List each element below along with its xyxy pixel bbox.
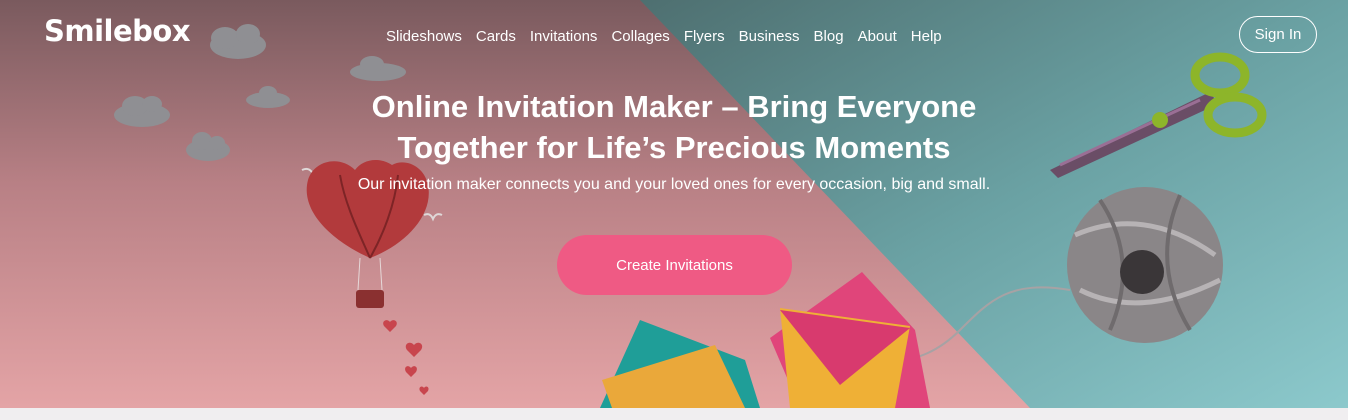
main-nav: Slideshows Cards Invitations Collages Fl… bbox=[386, 28, 956, 45]
nav-item-business[interactable]: Business bbox=[739, 28, 800, 45]
nav-item-about[interactable]: About bbox=[858, 28, 897, 45]
hero-subtitle: Our invitation maker connects you and yo… bbox=[357, 176, 991, 193]
headline-line-2: Together for Life’s Precious Moments bbox=[397, 130, 951, 165]
cloud-icon bbox=[210, 24, 266, 59]
sign-in-button[interactable]: Sign In bbox=[1239, 16, 1317, 53]
nav-item-invitations[interactable]: Invitations bbox=[530, 28, 598, 45]
headline-line-1: Online Invitation Maker – Bring Everyone bbox=[371, 89, 977, 124]
nav-item-collages[interactable]: Collages bbox=[611, 28, 669, 45]
nav-item-help[interactable]: Help bbox=[911, 28, 942, 45]
hero-banner: Smilebox Slideshows Cards Invitations Co… bbox=[0, 0, 1348, 408]
nav-item-blog[interactable]: Blog bbox=[814, 28, 844, 45]
nav-item-slideshows[interactable]: Slideshows bbox=[386, 28, 462, 45]
smilebox-logo[interactable]: Smilebox bbox=[44, 14, 191, 48]
hero-background bbox=[0, 0, 1348, 408]
create-invitations-button[interactable]: Create Invitations bbox=[557, 235, 792, 295]
page-divider bbox=[0, 408, 1348, 420]
nav-item-cards[interactable]: Cards bbox=[476, 28, 516, 45]
page-title: Online Invitation Maker – Bring Everyone… bbox=[300, 86, 1048, 168]
nav-item-flyers[interactable]: Flyers bbox=[684, 28, 725, 45]
